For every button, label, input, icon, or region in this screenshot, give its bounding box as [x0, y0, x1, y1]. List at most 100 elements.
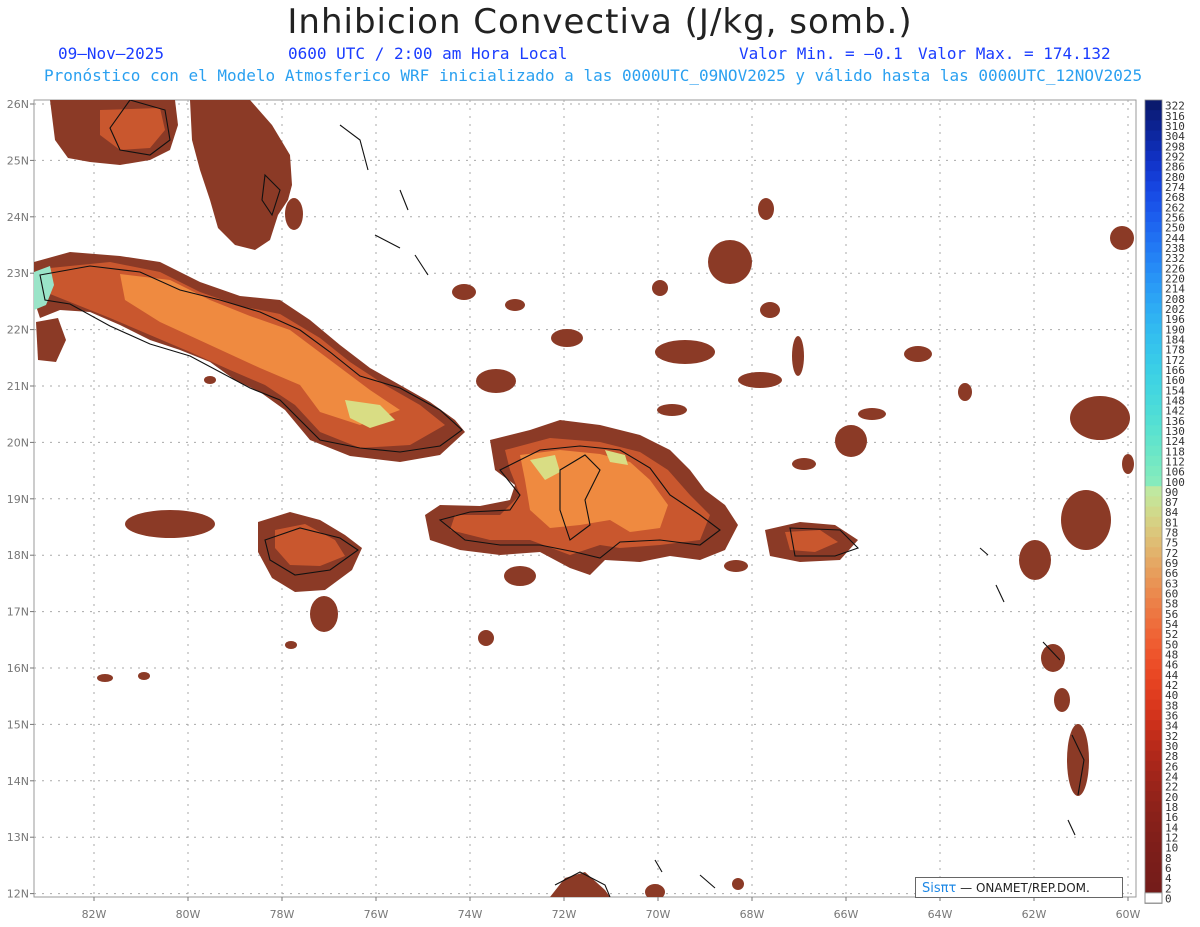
colorbar-swatch [1145, 679, 1162, 690]
lat-label: 19N [7, 493, 29, 506]
cin-area-bahamas [452, 284, 476, 300]
colorbar-swatch [1145, 516, 1162, 528]
colorbar-swatch [1145, 232, 1162, 243]
colorbar-swatch [1145, 476, 1162, 487]
lat-label: 18N [7, 549, 29, 562]
colorbar-swatch [1145, 547, 1162, 558]
colorbar-swatch [1145, 171, 1162, 182]
lat-label: 22N [7, 324, 29, 337]
lon-label: 64W [928, 908, 953, 921]
cin-area-bahamas [285, 198, 303, 230]
colorbar-swatch [1145, 160, 1162, 172]
colorbar-swatch [1145, 842, 1162, 853]
cin-area-caribbean [125, 510, 215, 538]
lon-label: 70W [646, 908, 671, 921]
colorbar-swatch [1145, 882, 1162, 894]
colorbar-swatch [1145, 648, 1162, 660]
colorbar-swatch [1145, 821, 1162, 833]
cin-area-bahamas [724, 560, 748, 572]
colorbar-swatch [1145, 364, 1162, 375]
lat-label: 12N [7, 888, 29, 901]
colorbar-swatch [1145, 150, 1162, 162]
colorbar-swatch [1145, 140, 1162, 152]
credit-box: Sisπτ — ONAMET/REP.DOM. [915, 877, 1123, 898]
colorbar-swatch [1145, 465, 1162, 477]
cin-area-bahamas [1110, 226, 1134, 250]
colorbar-swatch [1145, 791, 1162, 802]
cin-area-caribbean [285, 641, 297, 649]
colorbar-swatch [1145, 120, 1162, 131]
cin-area-bahamas [904, 346, 932, 362]
sispt-logo: Sisπτ [922, 881, 957, 896]
cin-area-bahamas [835, 425, 867, 457]
colorbar-swatch [1145, 760, 1162, 772]
lon-label: 82W [82, 908, 107, 921]
cin-area-bahamas [1061, 490, 1111, 550]
cin-area-bahamas [1019, 540, 1051, 580]
colorbar-swatch [1145, 689, 1162, 701]
colorbar-swatch [1145, 181, 1162, 192]
lat-label: 25N [7, 154, 29, 167]
colorbar-swatch [1145, 567, 1162, 579]
colorbar-swatch [1145, 323, 1162, 335]
cin-area-bahamas [792, 336, 804, 376]
cin-area-bahamas [1054, 688, 1070, 712]
colorbar-swatch [1145, 201, 1162, 213]
colorbar-swatch [1145, 455, 1162, 467]
credit-text: — ONAMET/REP.DOM. [960, 881, 1090, 895]
colorbar-swatch [1145, 252, 1162, 264]
lat-label: 13N [7, 831, 29, 844]
cin-area-bahamas [657, 404, 687, 416]
colorbar-swatch [1145, 211, 1162, 223]
cin-area-bahamas [758, 198, 774, 220]
lon-label: 68W [740, 908, 765, 921]
colorbar-swatch [1145, 801, 1162, 812]
longitude-labels: 82W 80W 78W 76W 74W 72W 70W 68W 66W 64W 62W 60W [82, 897, 1141, 921]
colorbar-swatch [1145, 659, 1162, 670]
cin-area-bahamas [478, 630, 494, 646]
colorbar-swatch [1145, 526, 1162, 538]
colorbar-swatch [1145, 333, 1162, 345]
cin-area-bahamas [476, 369, 516, 393]
cin-area-caribbean [504, 566, 536, 586]
colorbar-swatch [1144, 892, 1163, 904]
lon-label: 80W [176, 908, 201, 921]
colorbar-swatch [1145, 313, 1162, 325]
lat-label: 21N [7, 380, 29, 393]
lon-label: 74W [458, 908, 483, 921]
lat-label: 17N [7, 606, 29, 619]
colorbar-swatch [1145, 709, 1162, 721]
cin-area-caribbean [204, 376, 216, 384]
colorbar-swatch [1145, 740, 1162, 751]
colorbar-swatch [1145, 730, 1162, 741]
colorbar-swatch [1145, 872, 1162, 884]
lon-label: 78W [270, 908, 295, 921]
colorbar-swatch [1145, 608, 1162, 619]
lat-label: 23N [7, 267, 29, 280]
colorbar-swatch [1145, 537, 1162, 548]
colorbar-swatch [1145, 110, 1162, 121]
cin-area-bahamas [505, 299, 525, 311]
colorbar-swatch [1145, 598, 1162, 609]
colorbar-swatch [1145, 100, 1162, 111]
cin-area-bahamas [1070, 396, 1130, 440]
colorbar-swatch [1145, 221, 1162, 233]
cin-area-bahamas [958, 383, 972, 401]
lon-label: 62W [1022, 908, 1047, 921]
cin-area-bahamas [708, 240, 752, 284]
colorbar-swatch [1145, 577, 1162, 589]
colorbar-swatch [1145, 557, 1162, 568]
colorbar-swatch [1145, 781, 1162, 792]
cin-area-bahamas [655, 340, 715, 364]
colorbar-swatch [1145, 415, 1162, 426]
colorbar-swatch [1145, 720, 1162, 731]
lon-label: 72W [552, 908, 577, 921]
cin-area-bahamas [1122, 454, 1134, 474]
cin-area-caribbean [97, 674, 113, 682]
colorbar-swatch [1145, 354, 1162, 365]
colorbar-swatch [1145, 384, 1162, 396]
cin-area-bahamas [1041, 644, 1065, 672]
colorbar-swatch [1145, 242, 1162, 253]
lat-label: 20N [7, 436, 29, 449]
colorbar-swatch [1145, 374, 1162, 386]
